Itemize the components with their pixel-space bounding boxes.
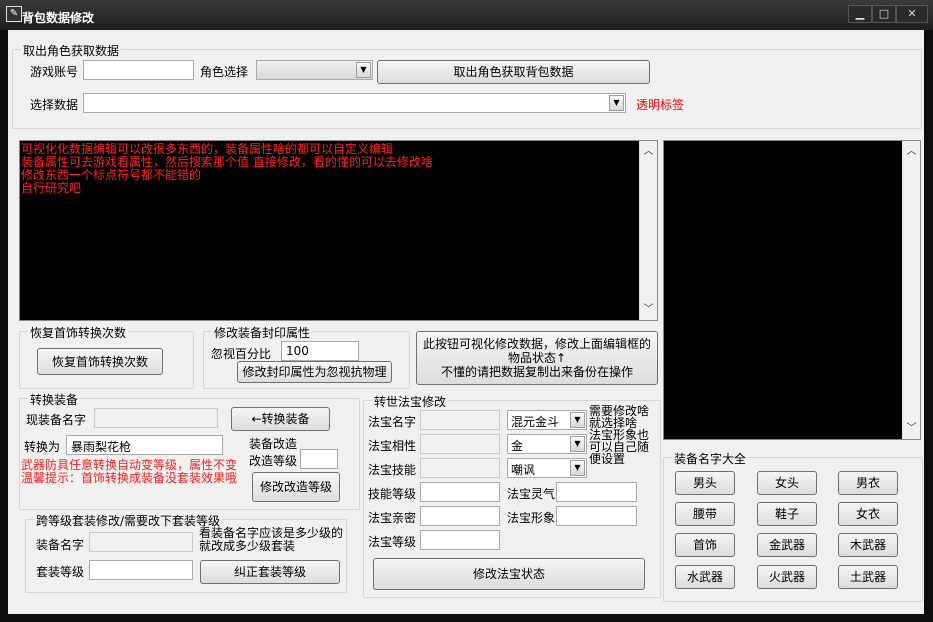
account-label: 游戏账号 xyxy=(30,65,79,79)
skill-level-label: 技能等级 xyxy=(368,487,417,501)
treasure-level-input[interactable] xyxy=(420,530,500,550)
treasure-attr-combo-value: 金 xyxy=(511,439,524,453)
equip-name-button[interactable]: 火武器 xyxy=(757,565,817,589)
visual-modify-line2: 物品状态↑ xyxy=(507,351,567,365)
treasure-skill-combo[interactable]: 嘲讽 ▼ xyxy=(507,458,587,478)
scroll-down-icon[interactable]: ﹀ xyxy=(640,301,657,318)
app-window: ✎ 背包数据修改 ▁ □ ✕ 取出角色获取数据 游戏账号 角色选择 ▼ 取出角色… xyxy=(0,0,933,622)
treasure-group-label: 转世法宝修改 xyxy=(372,393,449,410)
treasure-level-label: 法宝等级 xyxy=(368,535,417,549)
equip-name-button[interactable]: 首饰 xyxy=(675,533,735,557)
app-icon: ✎ xyxy=(6,6,22,22)
set-hint-line1: 看装备名字应该是多少级的 xyxy=(199,526,344,540)
editor-scrollbar[interactable]: ︿ ﹀ xyxy=(639,141,657,320)
equip-name-button[interactable]: 女衣 xyxy=(838,502,898,526)
set-hint-line2: 就改成多少级套装 xyxy=(199,539,296,553)
set-name-input[interactable] xyxy=(89,532,193,552)
convert-to-input[interactable]: 暴雨梨花枪 xyxy=(66,435,223,455)
upgrade-level-input[interactable] xyxy=(300,449,338,469)
treasure-name-input[interactable] xyxy=(420,410,500,430)
equip-name-button[interactable]: 土武器 xyxy=(838,565,898,589)
current-equip-input[interactable] xyxy=(94,408,218,428)
scroll-up-icon[interactable]: ︿ xyxy=(903,143,920,160)
current-equip-label: 现装备名字 xyxy=(26,413,87,427)
set-level-input[interactable] xyxy=(89,560,193,580)
equip-name-button[interactable]: 鞋子 xyxy=(757,502,817,526)
upgrade-level-label: 改造等级 xyxy=(249,454,298,468)
treasure-attr-label: 法宝相性 xyxy=(368,439,417,453)
treasure-name-label: 法宝名字 xyxy=(368,415,417,429)
scroll-down-icon[interactable]: ﹀ xyxy=(903,420,920,437)
title-bar: ✎ 背包数据修改 ▁ □ ✕ xyxy=(0,0,933,30)
fetch-group-label: 取出角色获取数据 xyxy=(21,42,122,59)
visual-modify-button[interactable]: 此按钮可视化修改数据，修改上面编辑框的 物品状态↑ 不懂的请把数据复制出来备份在… xyxy=(416,331,658,385)
equip-name-button[interactable]: 腰带 xyxy=(675,502,735,526)
minimize-button[interactable]: ▁ xyxy=(848,5,872,23)
seal-group-label: 修改装备封印属性 xyxy=(212,324,313,341)
convert-group-label: 转换装备 xyxy=(28,391,81,408)
visual-modify-line1: 此按钮可视化修改数据，修改上面编辑框的 xyxy=(422,337,651,351)
equip-name-button[interactable]: 水武器 xyxy=(675,565,735,589)
chevron-down-icon[interactable]: ▼ xyxy=(570,460,585,476)
treasure-attr-input[interactable] xyxy=(420,434,500,454)
close-button[interactable]: ✕ xyxy=(896,5,928,23)
treasure-spirit-label: 法宝灵气 xyxy=(507,487,556,501)
ignore-percent-input[interactable]: 100 xyxy=(281,341,359,361)
equip-name-button[interactable]: 男头 xyxy=(675,471,735,495)
select-data-label: 选择数据 xyxy=(30,98,79,112)
role-label: 角色选择 xyxy=(200,65,249,79)
window-title: 背包数据修改 xyxy=(22,11,95,25)
restore-group-label: 恢复首饰转换次数 xyxy=(28,324,129,341)
convert-equip-button[interactable]: ←转换装备 xyxy=(231,407,330,431)
treasure-form-input[interactable] xyxy=(556,506,637,526)
upgrade-level-button[interactable]: 修改改造等级 xyxy=(252,472,340,502)
preview-scrollbar[interactable]: ︿ ﹀ xyxy=(902,141,920,439)
equip-name-button[interactable]: 木武器 xyxy=(838,533,898,557)
treasure-skill-input[interactable] xyxy=(420,458,500,478)
seal-modify-button[interactable]: 修改封印属性为忽视抗物理 xyxy=(237,361,392,383)
transparent-label: 透明标签 xyxy=(636,98,685,112)
chevron-down-icon[interactable]: ▼ xyxy=(609,95,624,111)
fetch-bag-button[interactable]: 取出角色获取背包数据 xyxy=(377,60,650,84)
visual-modify-line3: 不懂的请把数据复制出来备份在操作 xyxy=(440,365,633,379)
chevron-down-icon[interactable]: ▼ xyxy=(570,436,585,452)
treasure-skill-combo-value: 嘲讽 xyxy=(511,463,536,477)
convert-to-label: 转换为 xyxy=(24,440,61,454)
treasure-hint-line5: 便设置 xyxy=(589,452,626,466)
editor-line: 自行研究吧 xyxy=(21,181,82,195)
convert-warning-line2: 温馨提示：首饰转换成装备没套装效果哦 xyxy=(21,471,238,485)
set-name-label: 装备名字 xyxy=(36,538,85,552)
treasure-intimacy-input[interactable] xyxy=(420,506,500,526)
set-level-button[interactable]: 纠正套装等级 xyxy=(200,560,340,584)
select-data-combo[interactable]: ▼ xyxy=(83,93,626,113)
upgrade-label: 装备改造 xyxy=(249,437,298,451)
equip-name-button[interactable]: 金武器 xyxy=(757,533,817,557)
ignore-percent-label: 忽视百分比 xyxy=(211,347,272,361)
maximize-button[interactable]: □ xyxy=(872,5,896,23)
equip-name-button[interactable]: 女头 xyxy=(757,471,817,495)
set-level-label: 套装等级 xyxy=(36,565,85,579)
treasure-attr-combo[interactable]: 金 ▼ xyxy=(507,434,587,454)
role-select[interactable]: ▼ xyxy=(256,60,373,80)
treasure-name-combo[interactable]: 混元金斗 ▼ xyxy=(507,410,587,430)
treasure-form-label: 法宝形象 xyxy=(507,511,556,525)
treasure-spirit-input[interactable] xyxy=(556,482,637,502)
chevron-down-icon[interactable]: ▼ xyxy=(356,62,371,78)
equip-names-label: 装备名字大全 xyxy=(672,450,749,467)
equip-name-button[interactable]: 男衣 xyxy=(838,471,898,495)
treasure-name-combo-value: 混元金斗 xyxy=(511,415,560,429)
account-input[interactable] xyxy=(83,60,194,80)
treasure-skill-label: 法宝技能 xyxy=(368,463,417,477)
client-area: 取出角色获取数据 游戏账号 角色选择 ▼ 取出角色获取背包数据 选择数据 ▼ 透… xyxy=(8,30,924,614)
chevron-down-icon[interactable]: ▼ xyxy=(570,412,585,428)
scroll-up-icon[interactable]: ︿ xyxy=(640,143,657,160)
set-group-label: 跨等级套装修改/需要改下套装等级 xyxy=(34,512,223,529)
treasure-intimacy-label: 法宝亲密 xyxy=(368,511,417,525)
item-preview-box[interactable]: ︿ ﹀ xyxy=(663,140,921,440)
restore-accessory-button[interactable]: 恢复首饰转换次数 xyxy=(37,348,163,375)
skill-level-input[interactable] xyxy=(420,482,500,502)
data-editor[interactable]: 可视化化数据编辑可以改很多东西的，装备属性啥的都可以自定义编辑 装备属性可去游戏… xyxy=(19,140,658,321)
treasure-modify-button[interactable]: 修改法宝状态 xyxy=(373,558,645,590)
